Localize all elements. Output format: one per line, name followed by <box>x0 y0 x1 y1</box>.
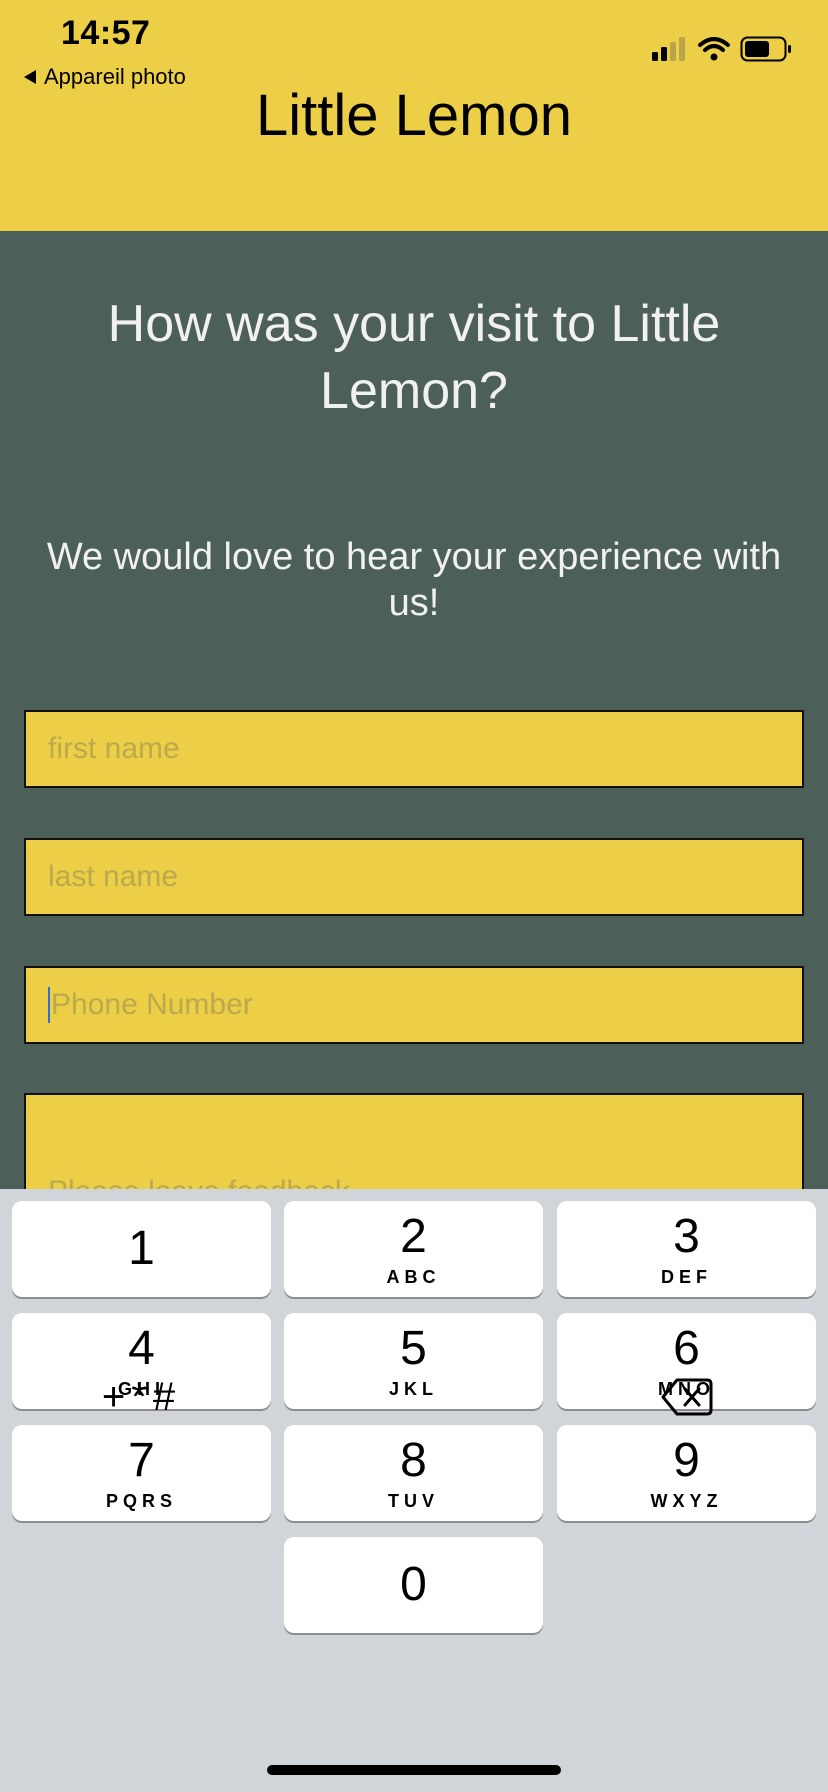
app-header: 14:57 Appareil photo Little Lemon <box>0 0 828 231</box>
last-name-placeholder: last name <box>48 860 179 893</box>
app-title: Little Lemon <box>256 83 572 148</box>
key-2[interactable]: 2 ABC <box>284 1201 543 1297</box>
signal-icon <box>652 37 685 61</box>
key-2-digit: 2 <box>400 1210 427 1263</box>
key-9-letters: WXYZ <box>650 1491 723 1511</box>
backspace-key[interactable] <box>557 1349 816 1445</box>
key-2-letters: ABC <box>386 1267 441 1287</box>
key-7-letters: PQRS <box>105 1491 177 1511</box>
key-5-digit: 5 <box>400 1322 427 1375</box>
key-3-letters: DEF <box>661 1267 712 1287</box>
key-5[interactable]: 5 JKL <box>284 1313 543 1409</box>
key-8-letters: TUV <box>388 1491 439 1511</box>
status-time: 14:57 <box>61 14 151 52</box>
key-0[interactable]: 0 <box>284 1537 543 1633</box>
wifi-icon <box>698 37 730 61</box>
status-icons <box>652 36 792 62</box>
first-name-field[interactable]: first name <box>24 710 804 788</box>
symbols-key[interactable]: +*# <box>12 1349 271 1445</box>
first-name-placeholder: first name <box>48 732 180 765</box>
key-5-letters: JKL <box>388 1379 438 1399</box>
numeric-keypad: 1 2 ABC 3 DEF 4 GHI 5 JKL 6 MNO 7 PQRS 8… <box>0 1189 828 1792</box>
key-1-digit: 1 <box>128 1222 155 1275</box>
text-caret <box>48 987 50 1023</box>
battery-icon <box>740 36 791 62</box>
backspace-icon <box>661 1378 712 1416</box>
key-3-digit: 3 <box>673 1210 700 1263</box>
key-1[interactable]: 1 <box>12 1201 271 1297</box>
phone-number-field[interactable]: Phone Number <box>24 966 804 1044</box>
key-8-digit: 8 <box>400 1434 427 1487</box>
form-subheading: We would love to hear your experience wi… <box>46 536 782 624</box>
key-3[interactable]: 3 DEF <box>557 1201 816 1297</box>
key-0-digit: 0 <box>400 1558 427 1611</box>
last-name-field[interactable]: last name <box>24 838 804 916</box>
home-indicator[interactable] <box>267 1765 561 1775</box>
form-heading: How was your visit to Little Lemon? <box>107 295 721 420</box>
feedback-form-area: How was your visit to Little Lemon? We w… <box>0 231 828 1213</box>
key-8[interactable]: 8 TUV <box>284 1425 543 1521</box>
phone-number-placeholder: Phone Number <box>51 988 253 1021</box>
